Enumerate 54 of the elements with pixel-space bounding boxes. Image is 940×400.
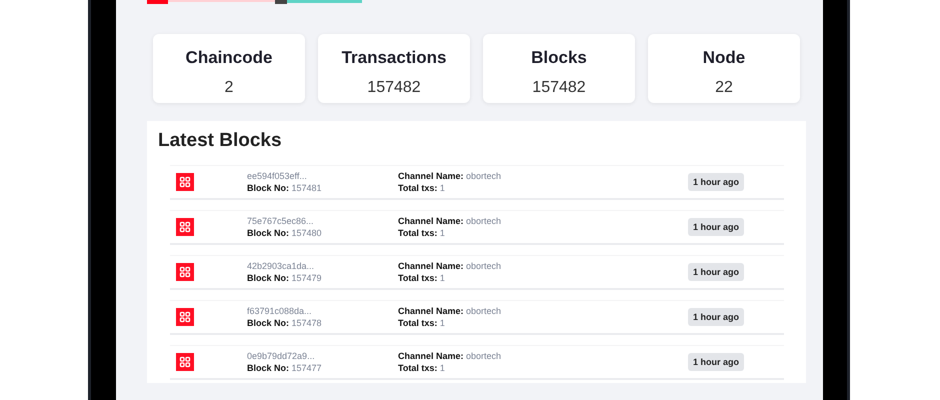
stat-value: 157482 (532, 78, 586, 98)
field-label: Total txs: (398, 318, 438, 328)
block-hash: ee594f053eff... (247, 170, 308, 182)
block-number: 157481 (292, 182, 322, 192)
block-number: 157479 (292, 272, 322, 282)
channel-name: obortech (466, 260, 502, 270)
stat-label: Transactions (342, 47, 446, 69)
tx-count: 1 (440, 362, 445, 372)
block-icon (176, 218, 194, 236)
field-label: Channel Name: (398, 260, 464, 270)
tx-count: 1 (440, 182, 445, 192)
stat-value: 157482 (367, 78, 421, 98)
stat-label: Blocks (531, 47, 587, 69)
block-hash: 75e767c5ec86... (247, 214, 315, 226)
block-hash: 42b2903ca1da... (247, 260, 316, 272)
block-icon (176, 262, 194, 280)
tx-count: 1 (440, 318, 445, 328)
field-label: Total txs: (398, 228, 438, 238)
time-tag: 1 hour ago (688, 352, 744, 370)
block-number: 157477 (292, 362, 322, 372)
stat-label: Node (702, 47, 746, 69)
field-label: Block No: (247, 318, 290, 328)
time-tag: 1 hour ago (688, 172, 744, 190)
block-number: 157480 (292, 228, 322, 238)
field-label: Total txs: (398, 182, 438, 192)
time-tag: 1 hour ago (688, 262, 744, 280)
stat-value: 2 (224, 78, 234, 98)
field-label: Channel Name: (398, 170, 464, 180)
stat-label: Chaincode (186, 47, 272, 69)
time-tag: 1 hour ago (688, 218, 744, 236)
field-label: Total txs: (398, 362, 438, 372)
time-tag: 1 hour ago (688, 308, 744, 326)
stat-value: 22 (715, 78, 733, 98)
channel-name: obortech (466, 350, 502, 360)
channel-name: obortech (466, 170, 502, 180)
channel-name: obortech (466, 216, 502, 226)
field-label: Block No: (247, 182, 290, 192)
field-label: Block No: (247, 228, 290, 238)
channel-name: obortech (466, 306, 502, 316)
tx-count: 1 (440, 272, 445, 282)
field-label: Total txs: (398, 272, 438, 282)
field-label: Channel Name: (398, 350, 464, 360)
block-hash: 0e9b79dd72a9... (247, 350, 316, 362)
field-label: Channel Name: (398, 216, 464, 226)
block-icon (176, 308, 194, 326)
panel-title: Latest Blocks (158, 129, 283, 153)
block-number: 157478 (292, 318, 322, 328)
field-label: Channel Name: (398, 306, 464, 316)
field-label: Block No: (247, 272, 290, 282)
field-label: Block No: (247, 362, 290, 372)
tx-count: 1 (440, 228, 445, 238)
block-icon (176, 172, 194, 190)
block-icon (176, 352, 194, 370)
block-hash: f63791c088da... (247, 304, 313, 316)
